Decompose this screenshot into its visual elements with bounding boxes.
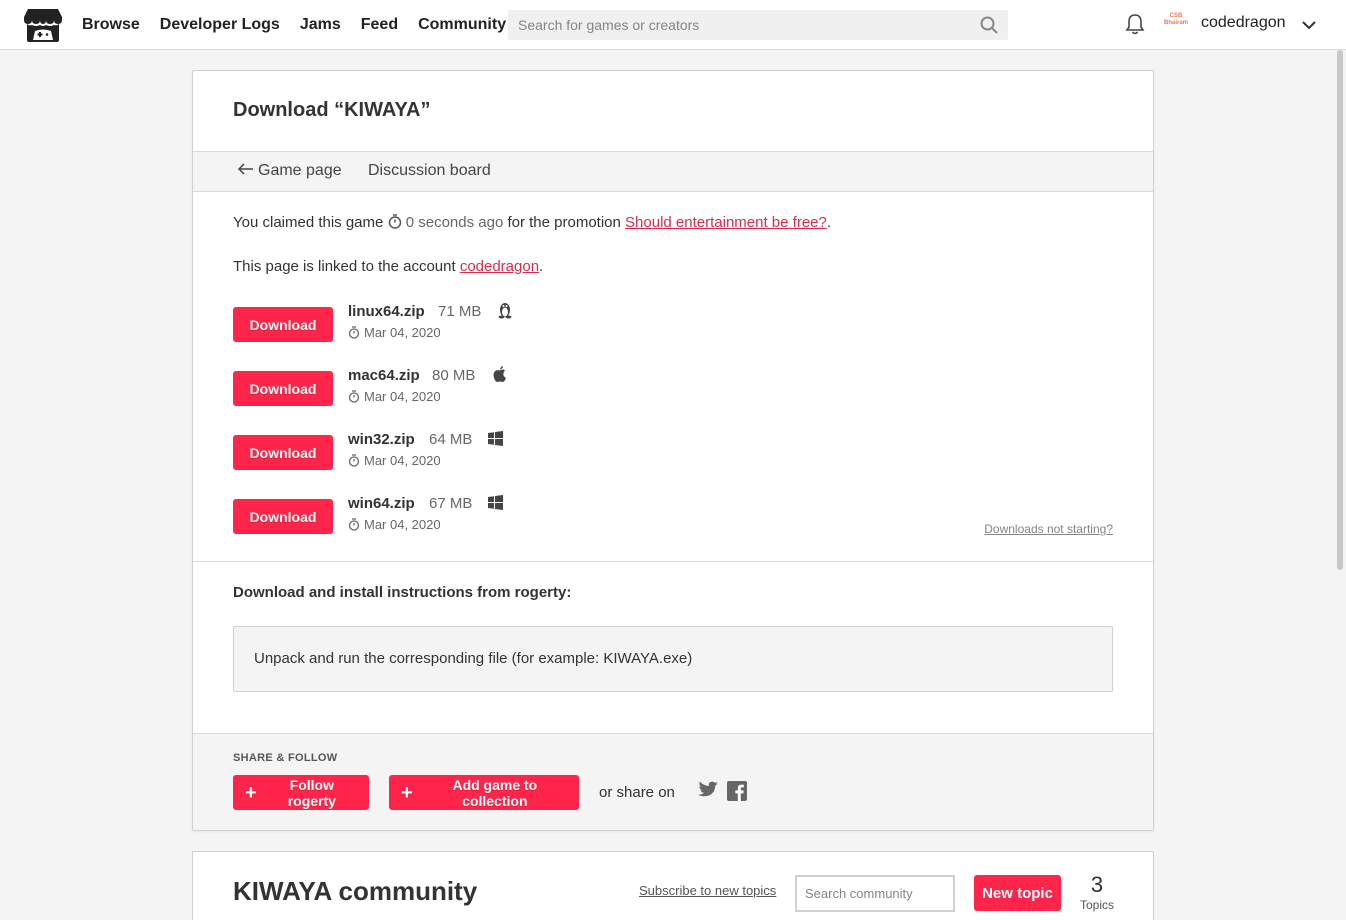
download-card: Download “KIWAYA” Game page Discussion b… [192,70,1154,831]
linked-account-notice: This page is linked to the account coded… [233,258,544,275]
game-page-link[interactable]: Game page [237,162,342,180]
arrow-left-icon [237,163,253,175]
topic-count-label: Topics [1079,898,1114,912]
download-row-win64: Download win64.zip 67 MB Mar 04, 2020 [233,495,733,539]
downloads-not-starting-link[interactable]: Downloads not starting? [984,522,1113,536]
file-size: 64 MB [429,431,473,448]
add-to-collection-button[interactable]: + Add game to collection [389,775,579,810]
itchio-logo-icon[interactable] [23,7,63,43]
nav-jams[interactable]: Jams [300,16,341,34]
nav-community[interactable]: Community [418,16,506,34]
search-icon[interactable] [980,16,998,34]
share-heading: SHARE & FOLLOW [233,752,338,764]
linux-icon [498,303,512,319]
divider [193,561,1153,562]
community-search-input[interactable] [797,877,953,910]
file-name: mac64.zip [348,367,420,384]
top-navigation-bar: Browse Developer Logs Jams Feed Communit… [0,0,1346,50]
new-topic-button[interactable]: New topic [974,875,1061,911]
timer-icon [388,214,401,229]
apple-icon [493,366,506,382]
file-name: win64.zip [348,495,415,512]
timer-icon [348,454,360,467]
claim-notice: You claimed this game 0 seconds ago for … [233,214,832,231]
file-date: Mar 04, 2020 [348,517,441,532]
file-size: 80 MB [432,367,476,384]
global-search-input[interactable] [508,10,1008,40]
file-date: Mar 04, 2020 [348,453,441,468]
share-follow-section: SHARE & FOLLOW + Follow rogerty + Add game… [193,733,1153,830]
download-button[interactable]: Download [233,307,333,342]
claim-time: 0 seconds ago [405,214,504,231]
main-nav: Browse Developer Logs Jams Feed Communit… [82,0,526,50]
file-name: linux64.zip [348,303,425,320]
file-size: 71 MB [438,303,482,320]
download-subnav: Game page Discussion board [193,151,1153,192]
discussion-board-link[interactable]: Discussion board [368,162,491,180]
download-row-win32: Download win32.zip 64 MB Mar 04, 2020 [233,431,733,475]
file-date: Mar 04, 2020 [348,325,441,340]
community-search [795,875,955,912]
instructions-box: Unpack and run the corresponding file (f… [233,626,1113,692]
download-button[interactable]: Download [233,499,333,534]
file-date: Mar 04, 2020 [348,389,441,404]
subscribe-topics-link[interactable]: Subscribe to new topics [639,883,776,898]
plus-icon: + [401,781,413,804]
username[interactable]: codedragon [1201,14,1286,32]
timer-icon [348,518,360,531]
global-search [508,10,1008,40]
page-title: Download “KIWAYA” [233,99,431,121]
download-row-mac64: Download mac64.zip 80 MB Mar 04, 2020 [233,366,733,411]
topic-count: 3 [1090,872,1104,897]
windows-icon [488,431,503,446]
instructions-text: Unpack and run the corresponding file (f… [254,650,693,667]
twitter-icon[interactable] [697,781,718,799]
nav-feed[interactable]: Feed [361,16,398,34]
download-button[interactable]: Download [233,371,333,406]
file-size: 67 MB [429,495,473,512]
file-name: win32.zip [348,431,415,448]
instructions-title: Download and install instructions from r… [233,584,572,601]
plus-icon: + [245,781,257,804]
download-row-linux64: Download linux64.zip 71 MB Mar 04, 2020 [233,303,733,347]
share-text: or share on [599,784,675,801]
nav-developer-logs[interactable]: Developer Logs [160,16,280,34]
community-card: KIWAYA community Subscribe to new topics… [192,851,1154,920]
follow-button[interactable]: + Follow rogerty [233,775,369,810]
download-button[interactable]: Download [233,435,333,470]
promotion-link[interactable]: Should entertainment be free? [625,214,827,231]
chevron-down-icon[interactable] [1300,16,1318,34]
nav-browse[interactable]: Browse [82,16,140,34]
user-avatar[interactable]: CSB Bhairam [1163,13,1189,37]
windows-icon [488,495,503,510]
timer-icon [348,390,360,403]
community-title: KIWAYA community [233,876,478,906]
timer-icon [348,326,360,339]
linked-account-link[interactable]: codedragon [460,258,539,275]
facebook-icon[interactable] [727,781,747,801]
notifications-bell-icon[interactable] [1125,13,1145,35]
page-scrollbar[interactable] [1337,50,1343,570]
